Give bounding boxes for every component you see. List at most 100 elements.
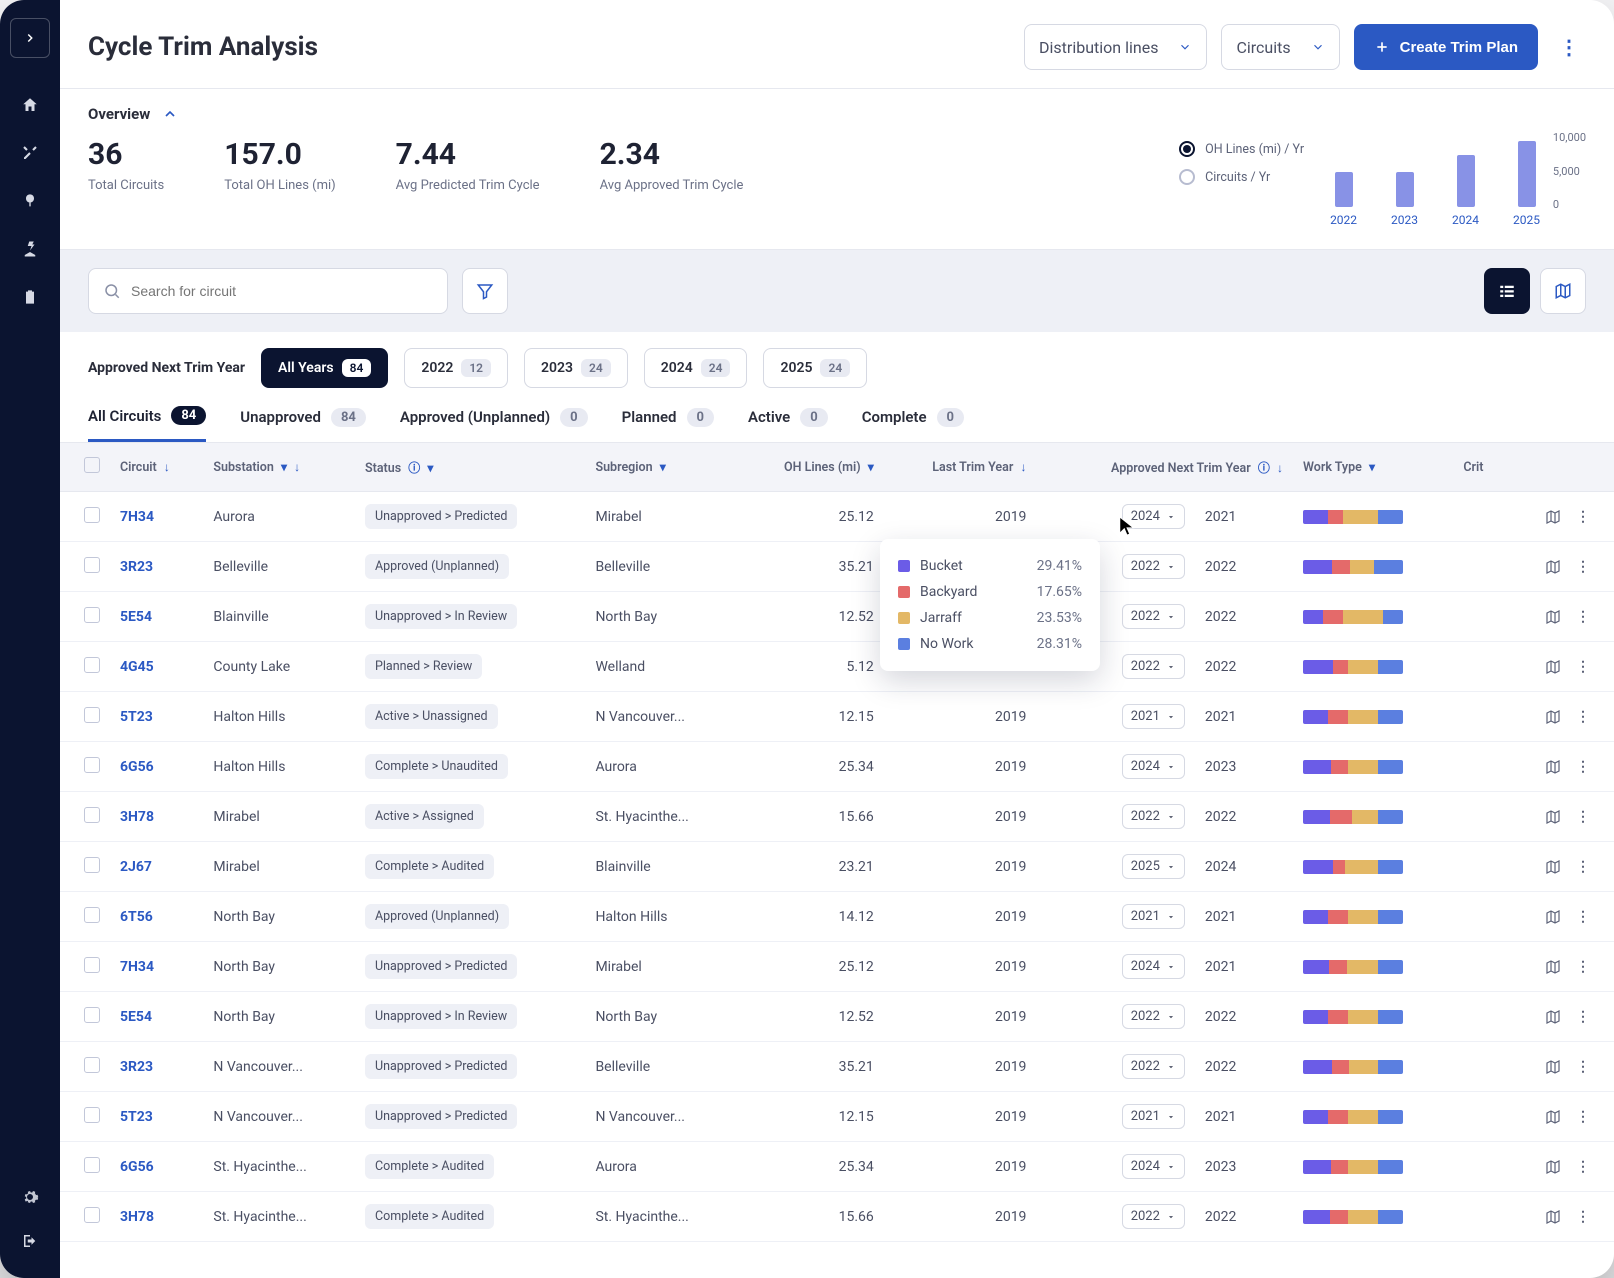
list-view-button[interactable] xyxy=(1484,268,1530,314)
next-year-select[interactable]: 2021 xyxy=(1122,904,1185,929)
year-filter-2024[interactable]: 202424 xyxy=(644,348,748,388)
row-checkbox[interactable] xyxy=(84,1057,100,1073)
map-icon[interactable] xyxy=(1544,809,1562,825)
row-more-icon[interactable]: ⋮ xyxy=(1576,1059,1590,1075)
work-type-bar[interactable] xyxy=(1303,760,1403,774)
next-year-select[interactable]: 2022 xyxy=(1122,1004,1185,1029)
map-icon[interactable] xyxy=(1544,1159,1562,1175)
search-input-wrap[interactable] xyxy=(88,268,448,314)
circuit-link[interactable]: 7H34 xyxy=(120,959,154,975)
more-menu[interactable]: ⋮ xyxy=(1552,24,1586,70)
row-checkbox[interactable] xyxy=(84,1107,100,1123)
overview-toggle[interactable]: Overview xyxy=(88,105,1586,123)
row-more-icon[interactable]: ⋮ xyxy=(1576,1109,1590,1125)
circuit-link[interactable]: 3R23 xyxy=(120,1059,153,1075)
search-input[interactable] xyxy=(131,283,433,299)
next-year-select[interactable]: 2022 xyxy=(1122,1054,1185,1079)
next-year-select[interactable]: 2024 xyxy=(1122,954,1185,979)
row-checkbox[interactable] xyxy=(84,857,100,873)
row-more-icon[interactable]: ⋮ xyxy=(1576,959,1590,975)
row-checkbox[interactable] xyxy=(84,607,100,623)
work-type-bar[interactable] xyxy=(1303,1210,1403,1224)
map-icon[interactable] xyxy=(1544,609,1562,625)
map-icon[interactable] xyxy=(1544,1209,1562,1225)
distribution-select[interactable]: Distribution lines xyxy=(1024,24,1207,70)
circuit-link[interactable]: 5T23 xyxy=(120,709,153,725)
map-icon[interactable] xyxy=(1544,859,1562,875)
map-icon[interactable] xyxy=(1544,709,1562,725)
row-checkbox[interactable] xyxy=(84,557,100,573)
work-type-bar[interactable] xyxy=(1303,560,1403,574)
next-year-select[interactable]: 2022 xyxy=(1122,604,1185,629)
row-more-icon[interactable]: ⋮ xyxy=(1576,659,1590,675)
legend-option[interactable]: OH Lines (mi) / Yr xyxy=(1179,141,1304,157)
home-icon[interactable] xyxy=(21,96,39,114)
next-year-select[interactable]: 2024 xyxy=(1122,754,1185,779)
row-checkbox[interactable] xyxy=(84,707,100,723)
sort-icon[interactable]: ↓ xyxy=(1020,460,1026,474)
year-filter-2023[interactable]: 202324 xyxy=(524,348,628,388)
row-checkbox[interactable] xyxy=(84,757,100,773)
work-type-bar[interactable] xyxy=(1303,960,1403,974)
work-type-bar[interactable] xyxy=(1303,1060,1403,1074)
map-icon[interactable] xyxy=(1544,659,1562,675)
tab-complete[interactable]: Complete0 xyxy=(862,406,964,442)
work-type-bar[interactable] xyxy=(1303,1010,1403,1024)
transmission-icon[interactable] xyxy=(21,240,39,258)
work-type-bar[interactable] xyxy=(1303,860,1403,874)
row-more-icon[interactable]: ⋮ xyxy=(1576,1009,1590,1025)
row-more-icon[interactable]: ⋮ xyxy=(1576,909,1590,925)
next-year-select[interactable]: 2022 xyxy=(1122,804,1185,829)
map-view-button[interactable] xyxy=(1540,268,1586,314)
filter-button[interactable] xyxy=(462,268,508,314)
tab-approved-unplanned-[interactable]: Approved (Unplanned)0 xyxy=(400,406,588,442)
circuit-link[interactable]: 5T23 xyxy=(120,1109,153,1125)
row-more-icon[interactable]: ⋮ xyxy=(1576,559,1590,575)
row-more-icon[interactable]: ⋮ xyxy=(1576,759,1590,775)
circuit-link[interactable]: 3H78 xyxy=(120,1209,154,1225)
circuit-link[interactable]: 7H34 xyxy=(120,509,154,525)
legend-option[interactable]: Circuits / Yr xyxy=(1179,169,1304,185)
map-icon[interactable] xyxy=(1544,959,1562,975)
info-icon[interactable]: ⓘ xyxy=(408,461,420,475)
row-more-icon[interactable]: ⋮ xyxy=(1576,709,1590,725)
filter-icon[interactable]: ▾ xyxy=(427,461,433,475)
row-checkbox[interactable] xyxy=(84,807,100,823)
filter-icon[interactable]: ▾ xyxy=(1369,460,1375,474)
next-year-select[interactable]: 2022 xyxy=(1122,554,1185,579)
circuit-link[interactable]: 6T56 xyxy=(120,909,153,925)
circuits-select[interactable]: Circuits xyxy=(1221,24,1339,70)
circuit-link[interactable]: 3H78 xyxy=(120,809,154,825)
circuit-link[interactable]: 5E54 xyxy=(120,609,152,625)
map-icon[interactable] xyxy=(1544,509,1562,525)
work-type-bar[interactable] xyxy=(1303,910,1403,924)
map-icon[interactable] xyxy=(1544,909,1562,925)
circuit-link[interactable]: 6G56 xyxy=(120,1159,154,1175)
map-icon[interactable] xyxy=(1544,1059,1562,1075)
row-more-icon[interactable]: ⋮ xyxy=(1576,609,1590,625)
circuit-link[interactable]: 6G56 xyxy=(120,759,154,775)
year-filter-2025[interactable]: 202524 xyxy=(763,348,867,388)
circuit-link[interactable]: 3R23 xyxy=(120,559,153,575)
circuit-link[interactable]: 4G45 xyxy=(120,659,154,675)
tab-active[interactable]: Active0 xyxy=(748,406,828,442)
year-filter-2022[interactable]: 202212 xyxy=(404,348,508,388)
clipboard-icon[interactable] xyxy=(22,288,38,306)
work-type-bar[interactable] xyxy=(1303,660,1403,674)
work-type-bar[interactable] xyxy=(1303,610,1403,624)
row-more-icon[interactable]: ⋮ xyxy=(1576,1159,1590,1175)
sort-icon[interactable]: ↓ xyxy=(164,460,170,474)
select-all-checkbox[interactable] xyxy=(84,457,100,473)
work-type-bar[interactable] xyxy=(1303,510,1403,524)
work-type-bar[interactable] xyxy=(1303,1110,1403,1124)
row-checkbox[interactable] xyxy=(84,507,100,523)
row-checkbox[interactable] xyxy=(84,657,100,673)
next-year-select[interactable]: 2022 xyxy=(1122,1204,1185,1229)
sort-icon[interactable]: ↓ xyxy=(1277,461,1283,475)
next-year-select[interactable]: 2021 xyxy=(1122,1104,1185,1129)
next-year-select[interactable]: 2025 xyxy=(1122,854,1185,879)
row-checkbox[interactable] xyxy=(84,1007,100,1023)
circuit-link[interactable]: 2J67 xyxy=(120,859,152,875)
tab-planned[interactable]: Planned0 xyxy=(622,406,714,442)
filter-icon[interactable]: ▾ xyxy=(868,460,874,474)
